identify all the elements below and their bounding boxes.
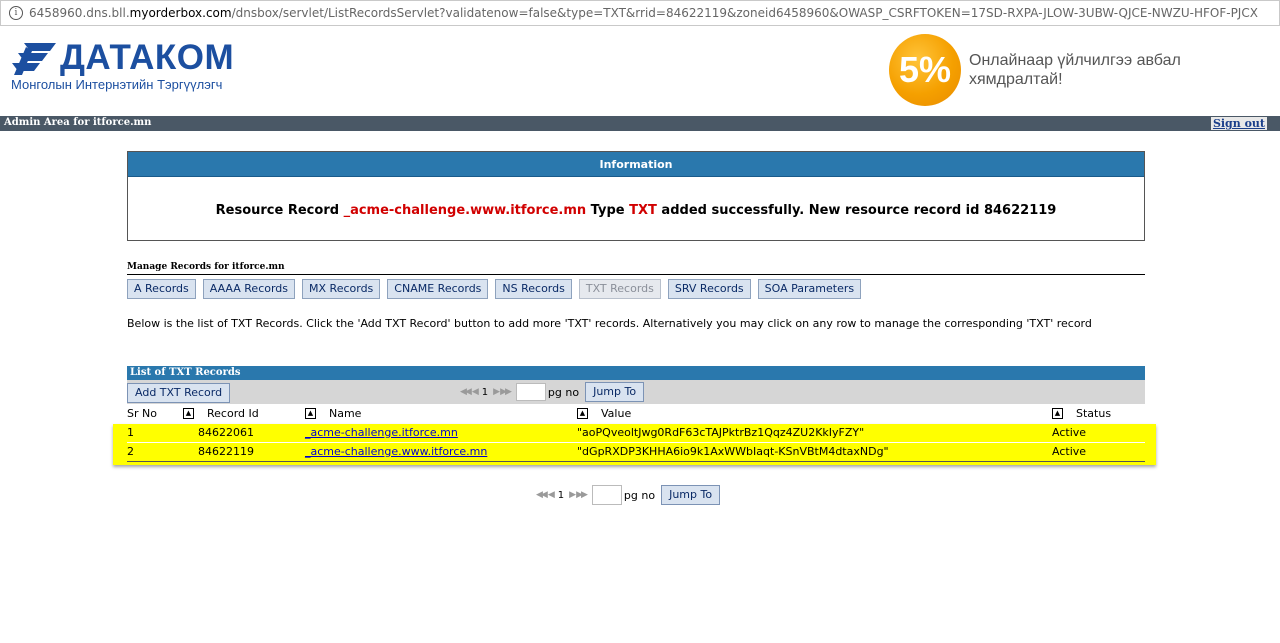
logo-title[interactable]: ДАТАКОМ	[60, 38, 234, 78]
url-path: /dnsbox/servlet/ListRecordsServlet?valid…	[231, 6, 1258, 20]
row-sr-no: 1	[127, 426, 134, 439]
table-row[interactable]: 2 84622119 _acme-challenge.www.itforce.m…	[127, 443, 1145, 462]
manage-records-title: Manage Records for itforce.mn	[127, 262, 1145, 275]
row-name-link[interactable]: _acme-challenge.itforce.mn	[305, 424, 458, 442]
next-page-icon[interactable]: ▶	[493, 387, 500, 397]
row-name-link[interactable]: _acme-challenge.www.itforce.mn	[305, 443, 487, 461]
row-status: Active	[1052, 445, 1087, 458]
pg-no-label: pg no	[547, 385, 580, 399]
table-row[interactable]: 1 84622061 _acme-challenge.itforce.mn "a…	[127, 424, 1145, 443]
record-type-tabs: A Records AAAA Records MX Records CNAME …	[127, 279, 862, 299]
column-header-record-id[interactable]: Record Id	[207, 407, 259, 420]
current-page: 1	[557, 489, 565, 501]
url-host-domain: myorderbox.com	[129, 6, 232, 20]
column-header-name[interactable]: Name	[329, 407, 361, 420]
first-page-icon[interactable]: ◀◀	[536, 490, 548, 500]
information-panel: Information Resource Record _acme-challe…	[127, 151, 1145, 241]
sort-asc-icon[interactable]: ▲	[577, 408, 588, 419]
admin-area-title: Admin Area for itforce.mn	[4, 117, 152, 128]
column-header-value[interactable]: Value	[601, 407, 631, 420]
prev-page-icon[interactable]: ◀	[548, 490, 555, 500]
sort-asc-icon[interactable]: ▲	[305, 408, 316, 419]
message-text: added successfully. New resource record …	[656, 203, 1057, 218]
sort-asc-icon[interactable]: ▲	[1052, 408, 1063, 419]
discount-badge: 5%	[889, 34, 961, 106]
sign-out-link[interactable]: Sign out	[1210, 117, 1267, 130]
list-title: List of TXT Records	[127, 366, 1145, 380]
message-record-name: _acme-challenge.www.itforce.mn	[343, 203, 587, 218]
page-number-input[interactable]	[515, 383, 546, 401]
promo-text: Онлайнаар үйлчилгээ авбал хямдралтай!	[969, 52, 1181, 88]
message-text: Type	[586, 203, 630, 218]
page-number-input[interactable]	[591, 485, 622, 505]
tab-a-records[interactable]: A Records	[127, 279, 196, 299]
bottom-pager: ◀◀ ◀ 1 ▶ ▶▶ pg no Jump To	[536, 485, 721, 505]
prev-page-icon[interactable]: ◀	[472, 387, 479, 397]
column-header-sr-no[interactable]: Sr No	[127, 407, 157, 420]
list-toolbar: Add TXT Record ◀◀ ◀ 1 ▶ ▶▶ pg no Jump To	[127, 380, 1145, 404]
last-page-icon[interactable]: ▶▶	[500, 387, 512, 397]
row-value: "aoPQveoltJwg0RdF63cTAJPktrBz1Qqz4ZU2KkI…	[577, 426, 865, 439]
datacom-logo-icon	[12, 43, 56, 75]
row-sr-no: 2	[127, 445, 134, 458]
pg-no-label: pg no	[623, 488, 656, 502]
tab-mx-records[interactable]: MX Records	[302, 279, 381, 299]
tab-ns-records[interactable]: NS Records	[495, 279, 572, 299]
top-pager: ◀◀ ◀ 1 ▶ ▶▶ pg no Jump To	[460, 382, 645, 402]
admin-bar: Admin Area for itforce.mn Sign out	[0, 116, 1280, 131]
jump-to-button[interactable]: Jump To	[661, 485, 721, 505]
address-bar[interactable]: i 6458960.dns.bll.myorderbox.com/dnsbox/…	[0, 0, 1280, 26]
tab-aaaa-records[interactable]: AAAA Records	[202, 279, 296, 299]
txt-records-table: 1 84622061 _acme-challenge.itforce.mn "a…	[113, 424, 1156, 465]
site-header: ДАТАКОМ Монголын Интернэтийн Тэргүүлэгч …	[0, 26, 1280, 116]
row-status: Active	[1052, 426, 1087, 439]
tab-srv-records[interactable]: SRV Records	[667, 279, 751, 299]
tab-soa-parameters[interactable]: SOA Parameters	[757, 279, 862, 299]
last-page-icon[interactable]: ▶▶	[576, 490, 588, 500]
information-heading: Information	[128, 152, 1144, 177]
jump-to-button[interactable]: Jump To	[585, 382, 645, 402]
logo-subtitle: Монголын Интернэтийн Тэргүүлэгч	[11, 77, 223, 92]
row-value: "dGpRXDP3KHHA6io9k1AxWWbIaqt-KSnVBtM4dta…	[577, 445, 889, 458]
url-text[interactable]: 6458960.dns.bll.myorderbox.com/dnsbox/se…	[29, 6, 1258, 20]
url-host-prefix: 6458960.dns.bll.	[29, 6, 130, 20]
row-record-id: 84622119	[198, 445, 254, 458]
sort-asc-icon[interactable]: ▲	[183, 408, 194, 419]
message-record-type: TXT	[629, 203, 657, 218]
records-description: Below is the list of TXT Records. Click …	[127, 317, 1092, 330]
add-txt-record-button[interactable]: Add TXT Record	[127, 383, 231, 403]
current-page: 1	[481, 386, 489, 398]
first-page-icon[interactable]: ◀◀	[460, 387, 472, 397]
success-message: Resource Record _acme-challenge.www.itfo…	[128, 203, 1144, 218]
tab-txt-records: TXT Records	[578, 279, 661, 299]
next-page-icon[interactable]: ▶	[569, 490, 576, 500]
message-text: Resource Record	[215, 203, 344, 218]
info-icon[interactable]: i	[9, 6, 23, 20]
row-record-id: 84622061	[198, 426, 254, 439]
column-header-status[interactable]: Status	[1076, 407, 1111, 420]
tab-cname-records[interactable]: CNAME Records	[387, 279, 489, 299]
